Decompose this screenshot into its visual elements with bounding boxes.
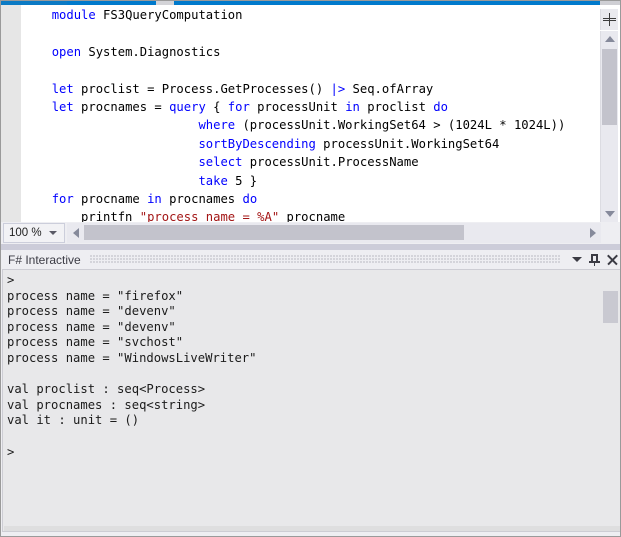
fsi-title-bar[interactable]: F# Interactive — [1, 250, 620, 269]
fsi-bottom-edge — [4, 526, 620, 531]
split-view-handle[interactable] — [600, 9, 618, 30]
fsi-title-label: F# Interactive — [8, 252, 81, 267]
fsi-close-button[interactable] — [604, 251, 620, 268]
scroll-up-arrow-icon[interactable] — [601, 31, 618, 47]
code-line: open System.Diagnostics — [51, 44, 221, 59]
scroll-left-arrow-icon[interactable] — [67, 223, 84, 243]
fsharp-interactive-window: F# Interactive > process name = "firefox"… — [1, 250, 620, 536]
fsi-window-menu-button[interactable] — [568, 251, 585, 268]
code-line: let proclist = Process.GetProcesses() |>… — [51, 81, 434, 96]
title-bar-grip — [89, 255, 561, 264]
code-line: for procname in procnames do — [51, 192, 258, 207]
editor-gutter — [1, 5, 21, 222]
fsi-output-area[interactable]: > process name = "firefox" process name = … — [2, 269, 620, 532]
fsi-auto-hide-button[interactable] — [586, 251, 603, 268]
code-line: where (processUnit.WorkingSet64 > (1024L… — [198, 118, 566, 133]
fsi-output-line: val it : unit = () — [7, 413, 140, 428]
visual-studio-window: module FS3QueryComputation open System.D… — [0, 0, 621, 537]
fsi-output-line: process name = "firefox" — [7, 288, 184, 303]
code-line: sortByDescending processUnit.WorkingSet6… — [198, 136, 500, 151]
fsi-scrollbar-thumb[interactable] — [603, 291, 618, 323]
fsi-output-line: process name = "WindowsLiveWriter" — [7, 350, 257, 365]
fsi-output-line: process name = "svchost" — [7, 335, 184, 350]
fsi-output-line: val proclist : seq<Process> — [7, 382, 206, 397]
code-line: take 5 } — [198, 173, 258, 188]
scroll-down-arrow-icon[interactable] — [601, 206, 618, 222]
code-line: select processUnit.ProcessName — [198, 155, 419, 170]
chevron-down-icon[interactable] — [49, 231, 57, 235]
code-editor-pane[interactable]: module FS3QueryComputation open System.D… — [1, 5, 620, 222]
zoom-level-value: 100 % — [9, 227, 42, 239]
code-line: printfn "process name = %A" procname — [51, 210, 346, 222]
fsi-output-line — [7, 367, 620, 383]
fsi-vertical-scrollbar[interactable] — [603, 290, 618, 531]
zoom-level-dropdown[interactable]: 100 % — [3, 223, 65, 243]
fsi-output-line: > — [7, 273, 15, 287]
pin-icon — [589, 253, 600, 266]
close-icon — [607, 254, 618, 265]
fsi-output-line: process name = "devenv" — [7, 304, 176, 319]
code-line: module FS3QueryComputation — [51, 8, 243, 22]
source-code: module FS3QueryComputation open System.D… — [21, 5, 596, 222]
scroll-right-arrow-icon[interactable] — [584, 223, 601, 243]
editor-vertical-scrollbar[interactable] — [600, 31, 618, 222]
vertical-scrollbar-thumb[interactable] — [602, 49, 617, 125]
editor-status-bar: 100 % — [1, 222, 620, 244]
code-line: let procnames = query { for processUnit … — [51, 100, 448, 115]
chevron-down-icon — [571, 257, 582, 262]
fsi-output-line: > — [7, 444, 15, 459]
split-view-icon — [603, 13, 616, 26]
fsi-output-line: process name = "devenv" — [7, 319, 176, 334]
fsi-output-text: > process name = "firefox" process name = … — [3, 270, 620, 460]
fsi-output-line — [7, 429, 620, 445]
code-text-area[interactable]: module FS3QueryComputation open System.D… — [21, 5, 596, 222]
fsi-output-line: val procnames : seq<string> — [7, 397, 206, 412]
horizontal-scrollbar-thumb[interactable] — [84, 225, 464, 240]
editor-horizontal-scrollbar[interactable] — [67, 223, 601, 243]
